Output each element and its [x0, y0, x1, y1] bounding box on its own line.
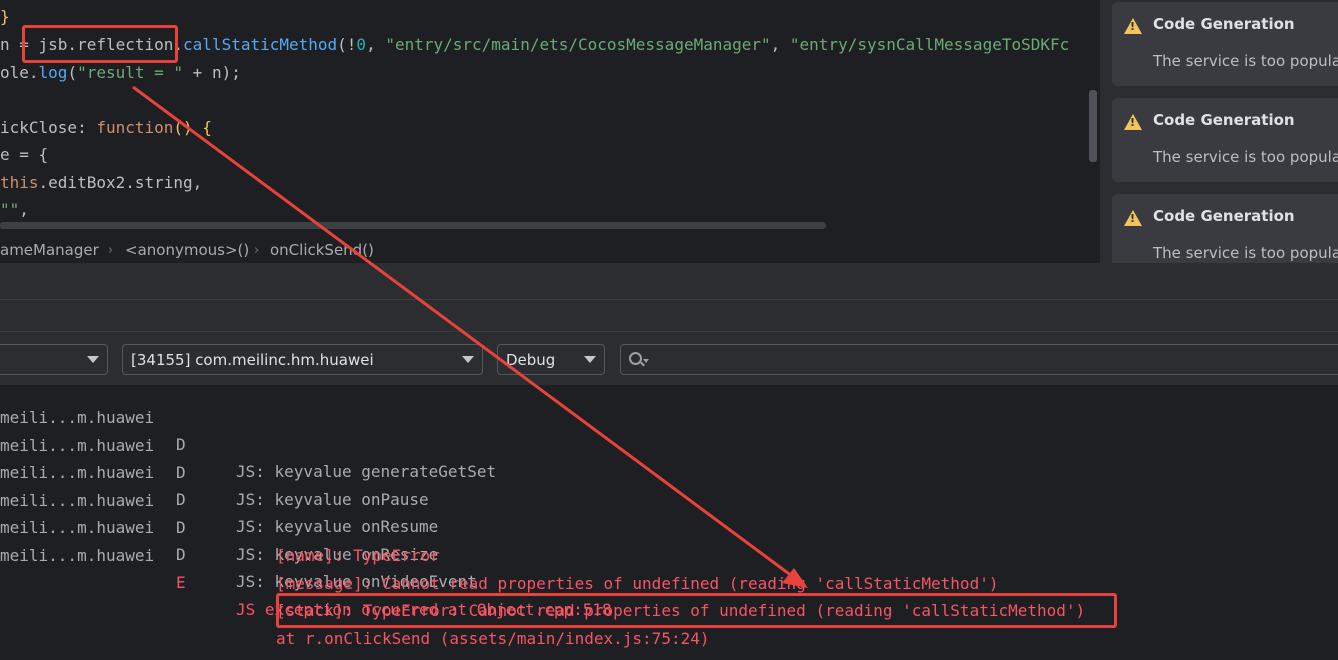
annotation-arrow — [132, 85, 808, 588]
annotation-arrow-line — [132, 85, 801, 584]
